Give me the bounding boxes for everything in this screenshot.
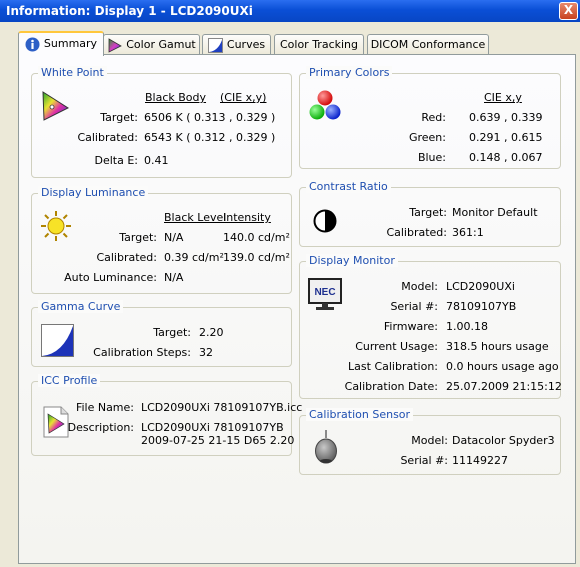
tab-label: Summary [43, 37, 98, 50]
tab-label: Color Gamut [126, 38, 196, 51]
sun-icon [40, 210, 72, 245]
group-title: Display Monitor [306, 254, 398, 267]
contrast-target-value: Monitor Default [452, 206, 538, 219]
tab-label: Curves [226, 38, 266, 51]
delta-e-value: 0.41 [144, 154, 169, 167]
gamma-target-label: Target: [153, 326, 191, 339]
target-label: Target: [119, 231, 157, 244]
curves-icon [207, 38, 223, 53]
rgb-primaries-icon [308, 89, 342, 126]
calibration-steps-value: 32 [199, 346, 213, 359]
current-usage-value: 318.5 hours usage [446, 340, 549, 353]
intensity-header: Intensity [223, 211, 271, 224]
description-line-2: 2009-07-25 21-15 D65 2.20 [141, 434, 295, 447]
tab-label: DICOM Conformance [370, 38, 486, 51]
window-title: Information: Display 1 - LCD2090UXi [6, 4, 253, 18]
window-title-bar: Information: Display 1 - LCD2090UXi X [0, 0, 580, 22]
display-monitor-group: Display Monitor NEC Model: LCD2090UXi Se… [299, 254, 562, 399]
monitor-serial-value: 78109107YB [446, 300, 517, 313]
icc-profile-group: ICC Profile File Name: LCD2090UXi 781091… [31, 374, 302, 456]
description-line-1: LCD2090UXi 78109107YB [141, 421, 284, 434]
gamma-target-value: 2.20 [199, 326, 224, 339]
contrast-target-label: Target: [409, 206, 447, 219]
group-title: Contrast Ratio [306, 180, 391, 193]
last-calibration-label: Last Calibration: [348, 360, 438, 373]
calibration-sensor-group: Calibration Sensor Model: Datacolor Spyd… [299, 408, 561, 475]
group-title: Display Luminance [38, 186, 149, 199]
white-point-target-value: 6506 K ( 0.313 , 0.329 ) [144, 111, 276, 124]
group-title: Calibration Sensor [306, 408, 414, 421]
delta-e-label: Delta E: [94, 154, 138, 167]
sensor-serial-label: Serial #: [400, 454, 448, 467]
red-value: 0.639 , 0.339 [469, 111, 543, 124]
group-title: White Point [38, 66, 107, 79]
blue-label: Blue: [417, 151, 446, 164]
monitor-icon: NEC [308, 277, 342, 314]
red-label: Red: [421, 111, 446, 124]
color-gamut-icon [107, 38, 123, 53]
luminance-target-intensity: 140.0 cd/m² [223, 231, 290, 244]
luminance-calibrated-black: 0.39 cd/m² [164, 251, 224, 264]
auto-luminance-label: Auto Luminance: [64, 271, 157, 284]
tab-curves[interactable]: Curves [202, 34, 271, 55]
tab-color-gamut[interactable]: Color Gamut [103, 34, 200, 55]
green-value: 0.291 , 0.615 [469, 131, 543, 144]
group-title: Gamma Curve [38, 300, 124, 313]
black-body-header: Black Body [145, 91, 207, 104]
icc-file-icon [43, 406, 69, 441]
sensor-model-value: Datacolor Spyder3 [452, 434, 555, 447]
calibration-steps-label: Calibration Steps: [93, 346, 191, 359]
firmware-value: 1.00.18 [446, 320, 488, 333]
cie-xy-header: CIE x,y [484, 91, 522, 104]
file-name-value: LCD2090UXi 78109107YB.icc [141, 401, 303, 414]
target-label: Target: [100, 111, 138, 124]
tab-summary[interactable]: Summary [18, 31, 104, 56]
summary-panel: White Point Black Body (CIE x,y) Target:… [18, 54, 576, 564]
display-luminance-group: Display Luminance Black Level Intensity … [31, 186, 292, 294]
gamma-curve-icon [41, 324, 74, 360]
white-point-calibrated-value: 6543 K ( 0.312 , 0.329 ) [144, 131, 276, 144]
white-point-group: White Point Black Body (CIE x,y) Target:… [31, 66, 292, 178]
nec-logo: NEC [314, 287, 335, 298]
primary-colors-group: Primary Colors CIE x,y Red: 0.639 , 0.33… [299, 66, 561, 169]
luminance-calibrated-intensity: 139.0 cd/m² [223, 251, 290, 264]
group-title: ICC Profile [38, 374, 101, 387]
model-label: Model: [401, 280, 438, 293]
spyder-sensor-icon [314, 430, 338, 469]
contrast-ratio-group: Contrast Ratio Target: Monitor Default C… [299, 180, 561, 247]
auto-luminance-value: N/A [164, 271, 184, 284]
serial-label: Serial #: [390, 300, 438, 313]
contrast-calibrated-value: 361:1 [452, 226, 484, 239]
cie-xy-header: (CIE x,y) [220, 91, 267, 104]
firmware-label: Firmware: [383, 320, 438, 333]
color-gamut-icon [40, 90, 70, 125]
gamma-curve-group: Gamma Curve Target: 2.20 Calibration Ste… [31, 300, 292, 367]
current-usage-label: Current Usage: [355, 340, 438, 353]
calibrated-label: Calibrated: [77, 131, 138, 144]
last-calibration-value: 0.0 hours usage ago [446, 360, 559, 373]
contrast-calibrated-label: Calibrated: [386, 226, 447, 239]
calibrated-label: Calibrated: [96, 251, 157, 264]
black-level-header: Black Level [164, 211, 227, 224]
luminance-target-black: N/A [164, 231, 184, 244]
file-name-label: File Name: [75, 401, 134, 414]
tab-label: Color Tracking [279, 38, 358, 51]
monitor-model-value: LCD2090UXi [446, 280, 515, 293]
description-label: Description: [67, 421, 134, 434]
group-title: Primary Colors [306, 66, 393, 79]
tab-color-tracking[interactable]: Color Tracking [274, 34, 364, 55]
sensor-serial-value: 11149227 [452, 454, 508, 467]
blue-value: 0.148 , 0.067 [469, 151, 543, 164]
green-label: Green: [408, 131, 446, 144]
tab-dicom-conformance[interactable]: DICOM Conformance [367, 34, 489, 55]
close-button[interactable]: X [559, 2, 578, 20]
contrast-icon [313, 209, 337, 236]
calibration-date-value: 25.07.2009 21:15:12 [446, 380, 562, 393]
sensor-model-label: Model: [411, 434, 448, 447]
calibration-date-label: Calibration Date: [344, 380, 438, 393]
info-icon [25, 37, 40, 52]
